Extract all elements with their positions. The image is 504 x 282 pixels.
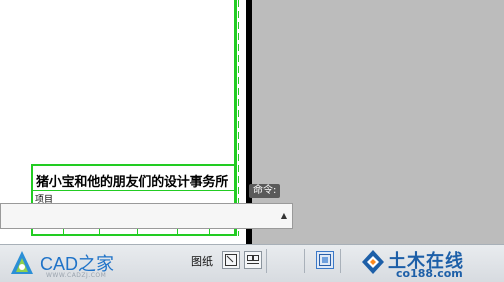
co188-logo-domain: co188.com	[396, 267, 463, 280]
layout-view-button[interactable]	[222, 251, 240, 269]
status-bar-separator	[304, 249, 305, 273]
scroll-up-arrow-icon[interactable]: ▲	[281, 211, 287, 220]
co188-logo-icon	[362, 250, 384, 274]
maximize-viewport-button[interactable]	[316, 251, 334, 269]
cad-logo-icon	[11, 251, 33, 274]
paper-space-button[interactable]: 图纸	[191, 253, 213, 269]
status-bar-separator	[266, 249, 267, 273]
maximize-viewport-icon	[319, 254, 331, 266]
status-bar-separator	[340, 249, 341, 273]
title-block-divider	[33, 190, 234, 191]
command-input[interactable]: ▲	[0, 203, 293, 229]
drawing-frame-dashed-line	[238, 0, 239, 236]
co188-site-logo: 土木在线 co188.com	[360, 246, 500, 280]
title-block-company-name: 猪小宝和他的朋友们的设计事务所	[36, 175, 229, 190]
status-bar: CAD之家 WWW.CADZJ.COM 图纸 土木在线 co188.com	[0, 244, 504, 282]
cad-home-logo: CAD之家 WWW.CADZJ.COM	[6, 248, 136, 280]
cad-logo-url: WWW.CADZJ.COM	[46, 272, 107, 279]
layout-icon	[225, 254, 237, 266]
command-prompt: 命令:	[249, 184, 281, 198]
viewports-button[interactable]	[244, 251, 262, 269]
viewports-icon	[247, 255, 259, 264]
